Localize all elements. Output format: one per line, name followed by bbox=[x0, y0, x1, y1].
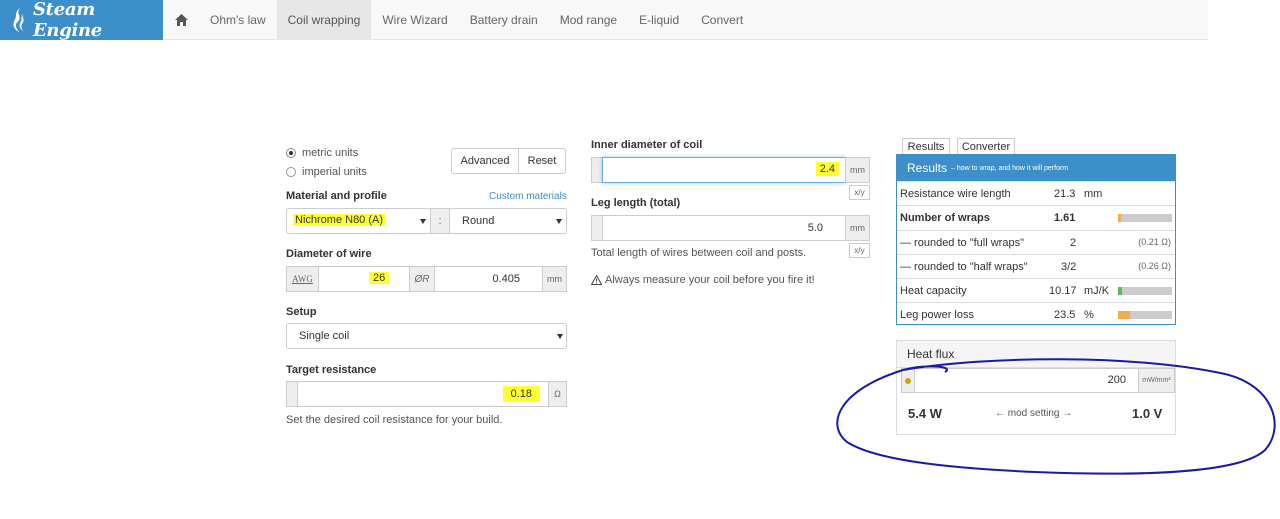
chevron-down-icon bbox=[420, 219, 426, 224]
nav-e-liquid[interactable]: E-liquid bbox=[628, 0, 690, 40]
leg-length-value: 5.0 bbox=[807, 222, 823, 234]
leg-length-label: Leg length (total) bbox=[591, 197, 681, 209]
result-extra: (0.21 Ω) bbox=[1138, 236, 1171, 247]
brand-link[interactable]: Steam Engine bbox=[0, 0, 163, 41]
target-resistance-help: Set the desired coil resistance for your… bbox=[286, 414, 503, 426]
nav-convert[interactable]: Convert bbox=[690, 0, 754, 40]
chevron-down-icon bbox=[556, 219, 562, 224]
profile-select[interactable]: Round bbox=[449, 208, 567, 234]
result-label: Number of wraps bbox=[900, 212, 990, 225]
leg-loss-bar bbox=[1118, 311, 1172, 320]
advanced-button[interactable]: Advanced bbox=[451, 148, 519, 174]
profile-value: Round bbox=[462, 215, 495, 227]
home-icon bbox=[174, 14, 188, 26]
material-separator: : bbox=[430, 208, 450, 234]
result-value: 2 bbox=[1070, 236, 1077, 249]
inner-diameter-label: Inner diameter of coil bbox=[591, 139, 703, 151]
wraps-bar-fill bbox=[1118, 214, 1122, 223]
material-label: Material and profile bbox=[286, 190, 387, 202]
leg-length-input[interactable]: 5.0 bbox=[602, 215, 846, 241]
nav-coil-wrapping[interactable]: Coil wrapping bbox=[276, 0, 372, 40]
nav-mod-range[interactable]: Mod range bbox=[549, 0, 628, 40]
nav-battery-drain[interactable]: Battery drain bbox=[459, 0, 549, 40]
tab-converter[interactable]: Converter bbox=[957, 138, 1015, 154]
heat-capacity-bar-fill bbox=[1118, 287, 1123, 296]
leg-mm-addon: mm bbox=[845, 215, 870, 241]
result-value: 1.61 bbox=[1054, 212, 1076, 225]
awg-addon: AWG bbox=[286, 266, 319, 292]
result-label: — rounded to "half wraps" bbox=[900, 260, 1028, 273]
diameter-mm-input[interactable]: 0.405 bbox=[434, 266, 543, 292]
results-subtitle: – how to wrap, and how it will perform bbox=[951, 164, 1069, 172]
steam-logo-icon bbox=[13, 7, 24, 33]
results-panel: Results – how to wrap, and how it will p… bbox=[896, 154, 1176, 325]
result-label: Leg power loss bbox=[900, 309, 974, 322]
awg-value: 26 bbox=[369, 272, 390, 284]
target-resistance-label: Target resistance bbox=[286, 364, 377, 376]
diameter-symbol-addon: ØR bbox=[409, 266, 435, 292]
nav-wire-wizard[interactable]: Wire Wizard bbox=[371, 0, 458, 40]
imperial-units-label: imperial units bbox=[302, 166, 367, 178]
chevron-down-icon bbox=[557, 334, 563, 339]
results-title: Results bbox=[907, 161, 948, 175]
ohm-unit-addon: Ω bbox=[548, 381, 567, 407]
inner-diameter-value: 2.4 bbox=[815, 162, 839, 176]
material-select[interactable]: Nichrome N80 (A) bbox=[286, 208, 431, 234]
result-unit: mm bbox=[1084, 188, 1103, 200]
result-value: 23.5 bbox=[1054, 309, 1076, 322]
diameter-mm-value: 0.405 bbox=[492, 273, 520, 285]
results-header: Results – how to wrap, and how it will p… bbox=[897, 155, 1175, 181]
result-row-half-wraps: — rounded to "half wraps" 3/2 (0.26 Ω) bbox=[897, 253, 1175, 278]
inner-ratio-button[interactable]: x/y bbox=[849, 185, 870, 200]
result-row-wire-length: Resistance wire length 21.3 mm bbox=[897, 181, 1175, 205]
inner-mm-addon: mm bbox=[845, 157, 870, 183]
warning-note: Always measure your coil before you fire… bbox=[591, 274, 815, 286]
wraps-bar bbox=[1118, 214, 1172, 223]
result-label: Resistance wire length bbox=[900, 188, 1011, 200]
inner-diameter-input[interactable]: 2.4 bbox=[602, 157, 846, 183]
setup-value: Single coil bbox=[299, 330, 350, 342]
result-row-wraps: Number of wraps 1.61 bbox=[897, 205, 1175, 229]
annotation-circle bbox=[836, 358, 1276, 475]
tab-results[interactable]: Results bbox=[902, 138, 950, 154]
awg-input[interactable]: 26 bbox=[318, 266, 410, 292]
result-label: Heat capacity bbox=[900, 285, 967, 298]
brand-name: Steam Engine bbox=[32, 0, 102, 41]
result-value: 10.17 bbox=[1049, 285, 1077, 298]
custom-materials-link[interactable]: Custom materials bbox=[489, 191, 567, 202]
warning-text: Always measure your coil before you fire… bbox=[605, 274, 815, 286]
warning-icon bbox=[591, 275, 602, 285]
heat-capacity-bar bbox=[1118, 287, 1172, 296]
setup-select[interactable]: Single coil bbox=[286, 323, 567, 349]
leg-ratio-button[interactable]: x/y bbox=[849, 243, 870, 258]
result-unit: mJ/K bbox=[1084, 285, 1110, 298]
target-resistance-value: 0.18 bbox=[502, 386, 540, 402]
result-row-heat-capacity: Heat capacity 10.17 mJ/K bbox=[897, 278, 1175, 302]
result-label: — rounded to "full wraps" bbox=[900, 236, 1024, 249]
leg-length-help: Total length of wires between coil and p… bbox=[591, 247, 807, 259]
setup-label: Setup bbox=[286, 306, 317, 318]
imperial-radio[interactable] bbox=[286, 167, 296, 177]
diameter-label: Diameter of wire bbox=[286, 248, 372, 260]
reset-button[interactable]: Reset bbox=[518, 148, 566, 174]
navbar: Steam Engine Ohm's law Coil wrapping Wir… bbox=[0, 0, 1208, 41]
metric-radio[interactable] bbox=[286, 148, 296, 158]
imperial-units-option[interactable]: imperial units bbox=[286, 166, 367, 178]
target-resistance-input[interactable]: 0.18 bbox=[297, 381, 549, 407]
metric-units-option[interactable]: metric units bbox=[286, 147, 358, 159]
material-value: Nichrome N80 (A) bbox=[293, 214, 386, 226]
result-extra: (0.26 Ω) bbox=[1138, 260, 1171, 271]
mm-unit-addon: mm bbox=[542, 266, 567, 292]
result-value: 3/2 bbox=[1061, 260, 1077, 273]
result-row-full-wraps: — rounded to "full wraps" 2 (0.21 Ω) bbox=[897, 229, 1175, 254]
leg-loss-bar-fill bbox=[1118, 311, 1130, 320]
home-link[interactable] bbox=[163, 0, 199, 40]
result-unit: % bbox=[1084, 309, 1094, 322]
nav-menu: Ohm's law Coil wrapping Wire Wizard Batt… bbox=[199, 0, 754, 40]
result-row-leg-loss: Leg power loss 23.5 % bbox=[897, 302, 1175, 326]
result-value: 21.3 bbox=[1054, 188, 1076, 200]
metric-units-label: metric units bbox=[302, 147, 359, 159]
nav-ohms-law[interactable]: Ohm's law bbox=[199, 0, 277, 40]
